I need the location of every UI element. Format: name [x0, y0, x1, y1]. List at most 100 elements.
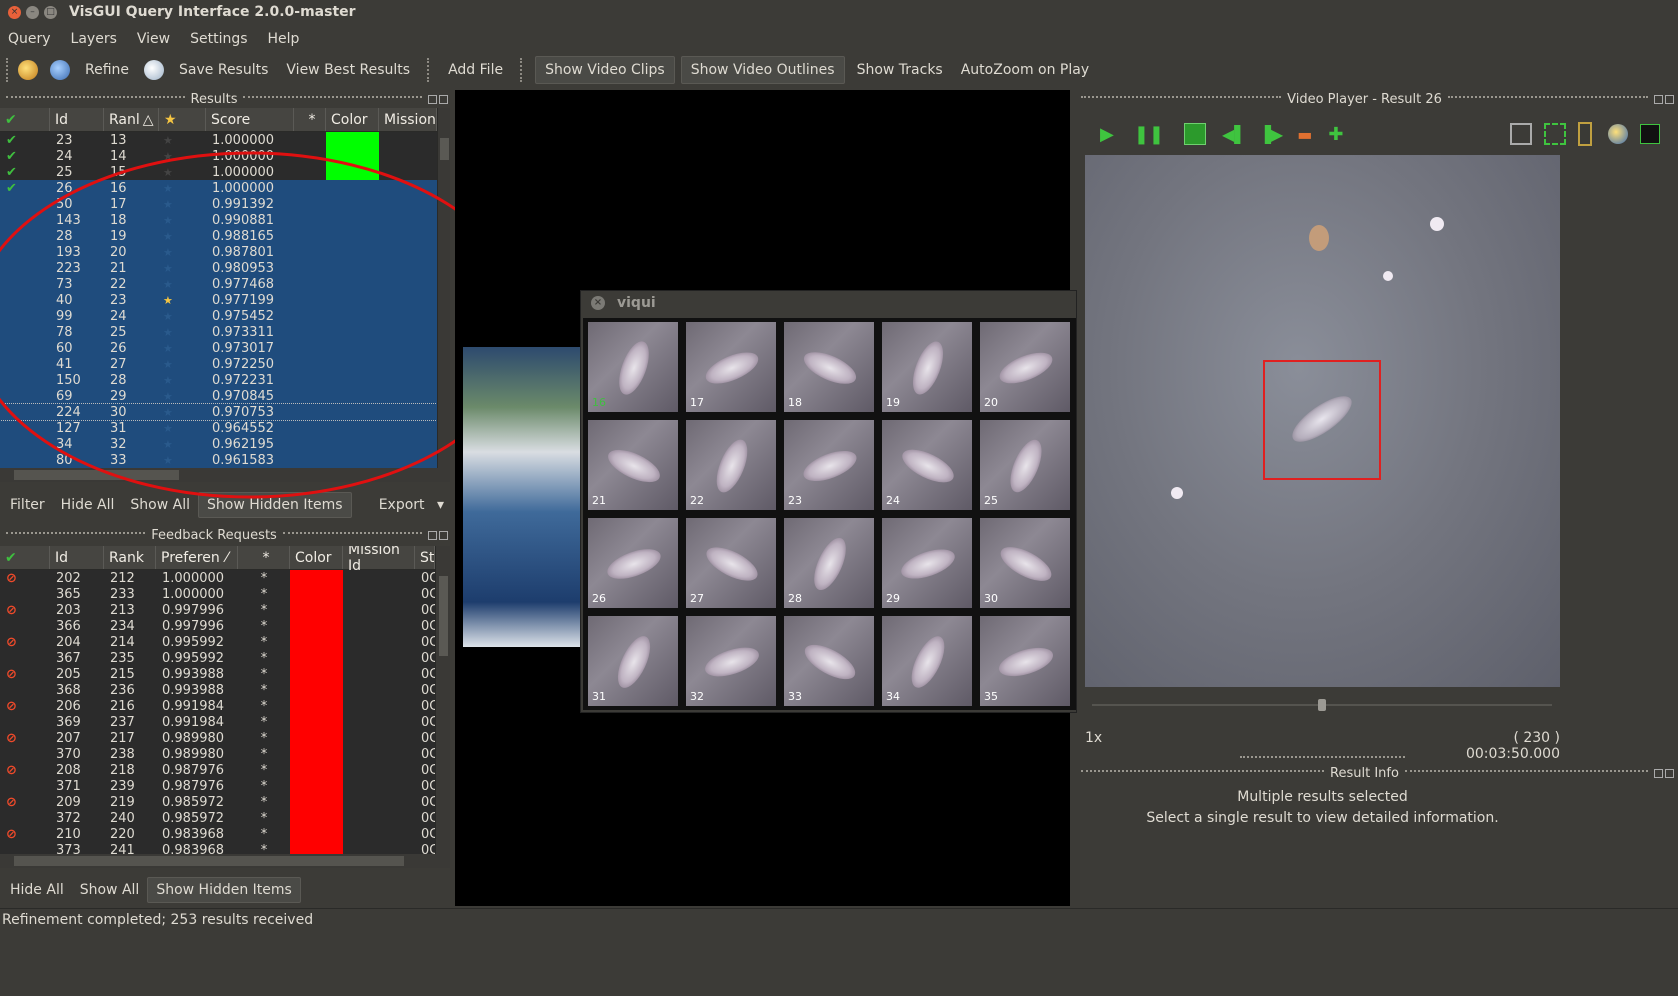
column-header[interactable]: Id — [50, 108, 104, 131]
menu-settings[interactable]: Settings — [190, 31, 247, 47]
show-tracks-toggle[interactable]: Show Tracks — [848, 56, 952, 84]
scroll-thumb[interactable] — [14, 470, 179, 480]
result-thumbnail[interactable]: 35 — [979, 615, 1071, 707]
show-video-outlines-toggle[interactable]: Show Video Outlines — [680, 56, 845, 84]
result-thumbnail[interactable]: 28 — [783, 517, 875, 609]
result-thumbnail[interactable]: 16 — [587, 321, 679, 413]
new-query-icon[interactable] — [18, 60, 38, 80]
table-row[interactable]: 372 240 0.985972 * 0C — [0, 810, 435, 826]
table-row[interactable]: ⊘ 207 217 0.989980 * 0C — [0, 730, 435, 746]
show-hidden-items-button[interactable]: Show Hidden Items — [198, 492, 352, 518]
check-column-header[interactable]: ✔ — [0, 546, 50, 569]
table-row[interactable]: 127 31 ★ 0.964552 — [0, 420, 437, 436]
table-row[interactable]: 365 233 1.000000 * 0C — [0, 586, 435, 602]
feedback-table[interactable]: ✔ Id Rank Preferen ⁄ * Color Mission Id S… — [0, 546, 435, 854]
result-thumbnail[interactable]: 31 — [587, 615, 679, 707]
result-thumbnail[interactable]: 20 — [979, 321, 1071, 413]
column-header[interactable]: Mission — [379, 108, 437, 131]
save-icon[interactable] — [144, 60, 165, 80]
show-all-button[interactable]: Show All — [122, 497, 198, 513]
menu-help[interactable]: Help — [268, 31, 300, 47]
refine-button[interactable]: Refine — [76, 56, 138, 84]
close-window-icon[interactable]: × — [8, 5, 21, 19]
toolbar-grip[interactable] — [520, 58, 524, 82]
column-header[interactable]: Ranl △ — [104, 108, 159, 131]
result-thumbnail[interactable]: 23 — [783, 419, 875, 511]
timeline-handle[interactable] — [1318, 699, 1326, 711]
result-thumbnail[interactable]: 21 — [587, 419, 679, 511]
maximize-window-icon[interactable]: □ — [44, 5, 57, 19]
minimize-window-icon[interactable]: – — [26, 5, 39, 19]
scroll-thumb[interactable] — [439, 576, 448, 656]
table-row[interactable]: 367 235 0.995992 * 0C — [0, 650, 435, 666]
filter-button[interactable]: Filter — [2, 497, 53, 513]
table-row[interactable]: ⊘ 203 213 0.997996 * 0C — [0, 602, 435, 618]
column-header[interactable]: Score — [206, 108, 294, 131]
toolbar-grip[interactable] — [427, 58, 431, 82]
table-row[interactable]: 368 236 0.993988 * 0C — [0, 682, 435, 698]
table-row[interactable]: 193 20 ★ 0.987801 — [0, 244, 437, 260]
result-thumbnail[interactable]: 26 — [587, 517, 679, 609]
result-thumbnail[interactable]: 17 — [685, 321, 777, 413]
hide-all-button[interactable]: Hide All — [53, 497, 123, 513]
results-hscrollbar[interactable] — [0, 468, 450, 482]
table-row[interactable]: 60 26 ★ 0.973017 — [0, 340, 437, 356]
result-thumbnail[interactable]: 33 — [783, 615, 875, 707]
table-row[interactable]: ⊘ 206 216 0.991984 * 0C — [0, 698, 435, 714]
table-row[interactable]: ✔ 25 15 ★ 1.000000 — [0, 164, 437, 180]
show-hidden-items-button[interactable]: Show Hidden Items — [147, 877, 301, 903]
table-row[interactable]: 41 27 ★ 0.972250 — [0, 356, 437, 372]
result-thumbnail[interactable]: 24 — [881, 419, 973, 511]
result-thumbnail[interactable]: 32 — [685, 615, 777, 707]
autozoom-toggle[interactable]: AutoZoom on Play — [952, 56, 1098, 84]
table-row[interactable]: 369 237 0.991984 * 0C — [0, 714, 435, 730]
export-button[interactable]: Export ▾ — [363, 497, 452, 513]
close-icon[interactable]: × — [591, 296, 605, 310]
table-row[interactable]: 28 19 ★ 0.988165 — [0, 228, 437, 244]
column-header[interactable]: Id — [50, 546, 104, 569]
table-row[interactable]: 69 29 ★ 0.970845 — [0, 388, 437, 404]
result-thumbnail[interactable]: 18 — [783, 321, 875, 413]
table-row[interactable]: ⊘ 208 218 0.987976 * 0C — [0, 762, 435, 778]
dock-buttons[interactable] — [1654, 768, 1674, 778]
playback-speed[interactable]: 1x — [1085, 730, 1102, 746]
query-globe-icon[interactable] — [50, 60, 70, 80]
feedback-vscrollbar[interactable] — [435, 546, 450, 854]
table-row[interactable]: 223 21 ★ 0.980953 — [0, 260, 437, 276]
scroll-thumb[interactable] — [440, 138, 449, 160]
play-icon[interactable]: ▶ — [1100, 124, 1114, 145]
dock-buttons[interactable] — [1654, 94, 1674, 104]
table-row[interactable]: ⊘ 204 214 0.995992 * 0C — [0, 634, 435, 650]
step-forward-icon[interactable]: ▐▶ — [1259, 125, 1284, 144]
fit-icon[interactable] — [1510, 123, 1532, 145]
results-vscrollbar[interactable] — [437, 108, 450, 468]
pause-icon[interactable]: ❚❚ — [1134, 124, 1164, 145]
column-header[interactable]: Preferen ⁄ — [156, 546, 238, 569]
dock-buttons[interactable] — [428, 530, 448, 540]
table-row[interactable]: 34 32 ★ 0.962195 — [0, 436, 437, 452]
column-header[interactable]: Rank — [104, 546, 156, 569]
table-row[interactable]: 40 23 ★ 0.977199 — [0, 292, 437, 308]
column-header[interactable]: Color — [290, 546, 343, 569]
table-row[interactable]: ✔ 24 14 ★ 1.000000 — [0, 148, 437, 164]
table-row[interactable]: 73 22 ★ 0.977468 — [0, 276, 437, 292]
result-thumbnail[interactable]: 25 — [979, 419, 1071, 511]
table-row[interactable]: 150 28 ★ 0.972231 — [0, 372, 437, 388]
table-row[interactable]: 50 17 ★ 0.991392 — [0, 196, 437, 212]
add-file-button[interactable]: Add File — [439, 56, 512, 84]
step-back-icon[interactable]: ◀▌ — [1222, 125, 1247, 144]
result-thumbnail[interactable]: 27 — [685, 517, 777, 609]
results-table[interactable]: ✔ Id Ranl △ ★ Score * Color Mission ✔ 23 13… — [0, 108, 437, 468]
set-loop-icon[interactable]: ▬ — [1297, 125, 1312, 144]
column-header[interactable]: St — [415, 546, 435, 569]
column-header[interactable]: Mission Id — [343, 546, 415, 574]
table-row[interactable]: 143 18 ★ 0.990881 — [0, 212, 437, 228]
splitter[interactable] — [1240, 756, 1405, 760]
menu-layers[interactable]: Layers — [71, 31, 117, 47]
check-column-header[interactable]: ✔ — [0, 108, 50, 131]
star-column-header[interactable]: ★ — [159, 108, 206, 131]
table-row[interactable]: 99 24 ★ 0.975452 — [0, 308, 437, 324]
table-row[interactable]: ✔ 23 13 ★ 1.000000 — [0, 132, 437, 148]
table-row[interactable]: ⊘ 209 219 0.985972 * 0C — [0, 794, 435, 810]
result-thumbnail[interactable]: 29 — [881, 517, 973, 609]
